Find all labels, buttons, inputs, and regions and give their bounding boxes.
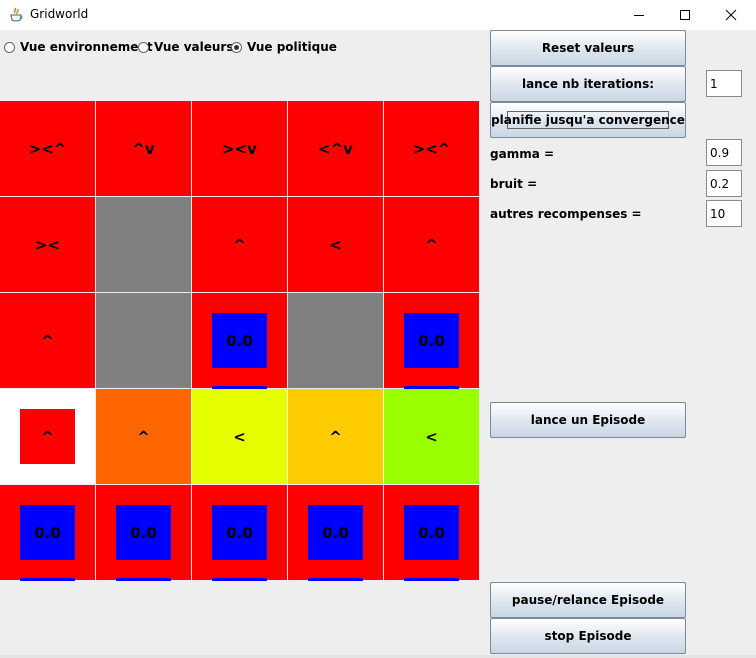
radio-circle[interactable]	[231, 41, 242, 53]
grid-cell: <	[192, 389, 287, 484]
cell-label: ^	[329, 427, 342, 446]
minimize-icon	[634, 15, 644, 16]
iterations-input[interactable]	[706, 70, 742, 97]
maximize-icon	[680, 10, 690, 20]
radio-vue-politique[interactable]: Vue politique	[231, 40, 337, 54]
grid-cell: ><^	[384, 101, 479, 196]
reset-values-button[interactable]: Reset valeurs	[490, 30, 686, 66]
grid-cell: <	[288, 197, 383, 292]
radio-vue-valeurs[interactable]: Vue valeurs	[138, 40, 234, 54]
cell-label: 0.0	[34, 523, 61, 542]
grid-cell: ^	[96, 389, 191, 484]
grid-cell: ^	[192, 197, 287, 292]
minimize-button[interactable]	[616, 0, 662, 30]
cell-label: ^	[233, 235, 246, 254]
cell-label: ><^	[412, 139, 451, 158]
pause-resume-episode-button[interactable]: pause/relance Episode	[490, 582, 686, 618]
java-app-icon	[9, 7, 23, 23]
grid-cell: ^	[288, 389, 383, 484]
cell-label: ^	[425, 235, 438, 254]
radio-vue-environnement[interactable]: Vue environnement	[4, 40, 153, 54]
grid-cell: 0.0	[288, 485, 383, 581]
cell-label: ^v	[132, 139, 155, 158]
grid-cell	[288, 293, 383, 388]
grid-cell: ^	[0, 389, 95, 484]
grid-cell: <	[384, 389, 479, 484]
cell-label: <	[329, 235, 342, 254]
cell-value-box: 0.0	[212, 313, 267, 368]
radio-circle[interactable]	[4, 41, 15, 53]
maximize-button[interactable]	[662, 0, 708, 30]
cell-value-box: 0.0	[308, 505, 363, 560]
gridworld-grid: ><^ ^v ><v <^v ><^ >< ^ < ^ ^ 0.0 0.0 ^ ^ < ^ <0.0 0.0 0.0…	[0, 101, 480, 581]
radio-label: Vue valeurs	[154, 40, 234, 54]
grid-cell	[96, 197, 191, 292]
run-iterations-button[interactable]: lance nb iterations:	[490, 66, 686, 102]
cell-value-box: 0.0	[404, 505, 459, 560]
gamma-label: gamma =	[490, 147, 555, 161]
cell-value-strip	[116, 578, 171, 581]
cell-label: ><	[34, 235, 61, 254]
grid-cell: 0.0	[192, 293, 287, 389]
radio-circle[interactable]	[138, 41, 149, 53]
cell-value-box: 0.0	[20, 505, 75, 560]
close-button[interactable]	[708, 0, 754, 30]
cell-value-box: 0.0	[116, 505, 171, 560]
grid-cell: ^	[0, 293, 95, 388]
stop-episode-button[interactable]: stop Episode	[490, 618, 686, 654]
plan-until-convergence-button[interactable]: planifie jusqu'a convergence	[490, 102, 686, 138]
cell-label: ^	[41, 427, 54, 446]
radio-label: Vue environnement	[20, 40, 153, 54]
cell-value-box: ^	[20, 409, 75, 464]
cell-label: <	[233, 427, 246, 446]
noise-label: bruit =	[490, 177, 538, 191]
cell-label: ><v	[222, 139, 257, 158]
cell-label: ^	[41, 331, 54, 350]
gamma-input[interactable]	[706, 139, 742, 166]
cell-label: ^	[137, 427, 150, 446]
grid-cell: 0.0	[0, 485, 95, 581]
grid-cell	[96, 293, 191, 388]
cell-value-strip	[20, 578, 75, 581]
cell-value-box: 0.0	[404, 313, 459, 368]
cell-label: 0.0	[226, 523, 253, 542]
cell-label: ><^	[28, 139, 67, 158]
close-icon	[725, 9, 737, 21]
plan-until-convergence-label: planifie jusqu'a convergence	[491, 113, 685, 127]
grid-cell: ^v	[96, 101, 191, 196]
radio-label: Vue politique	[247, 40, 337, 54]
cell-label: 0.0	[418, 523, 445, 542]
grid-cell: 0.0	[384, 293, 479, 389]
cell-value-box: 0.0	[212, 505, 267, 560]
grid-cell: 0.0	[192, 485, 287, 581]
cell-label: <	[425, 427, 438, 446]
cell-label: 0.0	[226, 331, 253, 350]
window-title: Gridworld	[30, 7, 89, 21]
run-episode-button[interactable]: lance un Episode	[490, 402, 686, 438]
cell-label: 0.0	[322, 523, 349, 542]
other-rewards-input[interactable]	[706, 200, 742, 227]
noise-input[interactable]	[706, 170, 742, 197]
cell-label: 0.0	[418, 331, 445, 350]
grid-cell: ><^	[0, 101, 95, 196]
cell-label: 0.0	[130, 523, 157, 542]
grid-cell: ^	[384, 197, 479, 292]
cell-value-strip	[212, 578, 267, 581]
grid-cell: 0.0	[96, 485, 191, 581]
grid-cell: 0.0	[384, 485, 479, 581]
cell-value-strip	[308, 578, 363, 581]
title-bar: Gridworld	[0, 0, 756, 30]
grid-cell: ><v	[192, 101, 287, 196]
cell-label: <^v	[318, 139, 353, 158]
other-rewards-label: autres recompenses =	[490, 207, 642, 221]
cell-value-strip	[404, 578, 459, 581]
grid-cell: <^v	[288, 101, 383, 196]
grid-cell: ><	[0, 197, 95, 292]
